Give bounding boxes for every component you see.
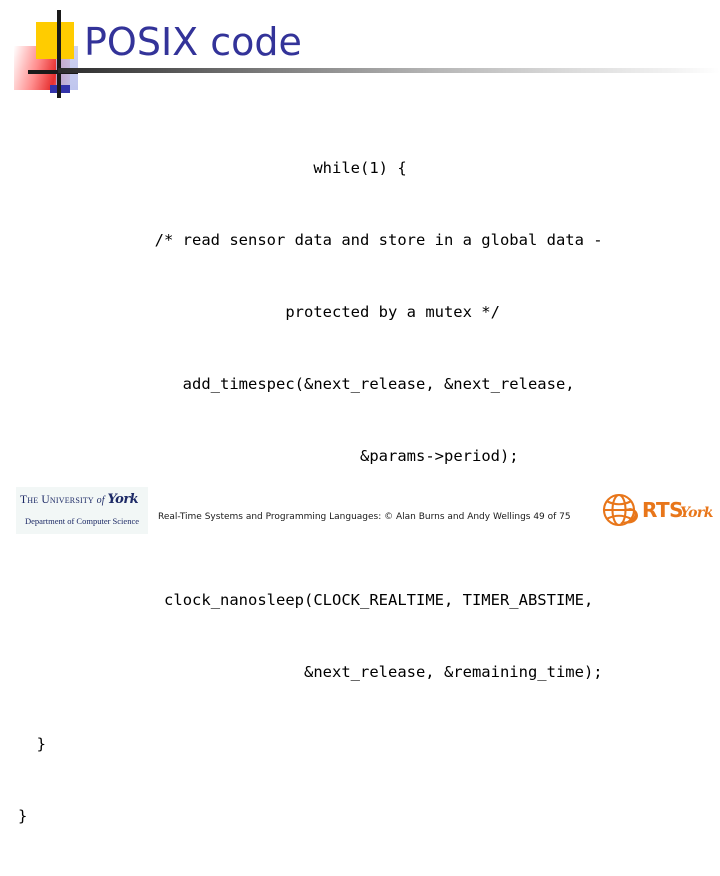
university-logo-title: The University of York [20, 493, 144, 507]
code-line: } [18, 735, 46, 753]
university-logo-the: The [20, 494, 42, 506]
rts-acronym: RTS [642, 498, 684, 522]
page-title: POSIX code [84, 20, 302, 64]
code-line: } [18, 807, 28, 825]
university-logo-department: Department of Computer Science [24, 516, 139, 526]
code-line: &next_release, &remaining_time); [117, 663, 603, 681]
university-of-york-logo: The University of York Department of Com… [16, 487, 148, 534]
code-line: protected by a mutex */ [220, 303, 500, 321]
code-line: while(1) { [313, 159, 407, 177]
slide-root: POSIX code while(1) { /* read sensor dat… [0, 0, 720, 825]
rts-york-logo: RTS York [600, 489, 713, 535]
globe-icon [602, 493, 638, 527]
code-line: add_timespec(&next_release, &next_releas… [145, 375, 575, 393]
rts-york-word: York [680, 505, 713, 521]
university-logo-of: of [93, 495, 108, 506]
decoration-yellow-square [36, 22, 74, 59]
footer-credit-text: Real-Time Systems and Programming Langua… [158, 512, 571, 522]
university-logo-york: York [107, 492, 139, 507]
decoration-small-blue-bar [50, 85, 70, 93]
title-underline-rule [58, 68, 720, 73]
code-line: &params->period); [201, 447, 519, 465]
decoration-vertical-bar [57, 10, 61, 98]
code-line: /* read sensor data and store in a globa… [117, 231, 603, 249]
code-line: clock_nanosleep(CLOCK_REALTIME, TIMER_AB… [126, 591, 594, 609]
university-logo-university: University [41, 494, 94, 506]
